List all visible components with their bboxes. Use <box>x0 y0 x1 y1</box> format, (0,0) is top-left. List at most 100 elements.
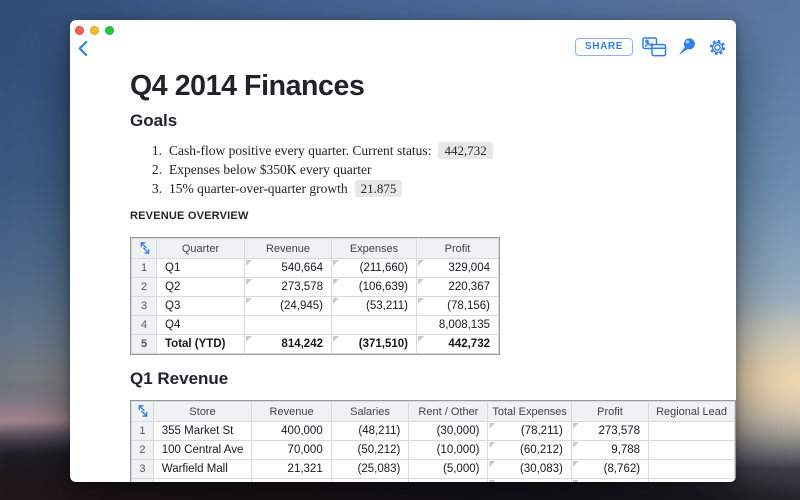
table-cell[interactable] <box>648 440 735 460</box>
table-cell[interactable]: 9,788 <box>570 440 650 460</box>
table-cell[interactable]: (30,000) <box>408 421 489 441</box>
document-title[interactable]: Q4 2014 Finances <box>130 70 365 102</box>
table-cell[interactable]: 355 Market St <box>152 421 253 441</box>
back-button[interactable] <box>73 38 91 58</box>
table-row: 1 Q1 540,664 (211,660) 329,004 <box>131 258 499 278</box>
table-cell[interactable]: (10,000) <box>408 440 489 460</box>
column-header[interactable]: Total Expenses <box>487 401 572 422</box>
table-row: 4 <box>131 478 735 482</box>
table-cell[interactable] <box>331 315 417 335</box>
table-cell[interactable] <box>251 478 332 482</box>
table-cell[interactable]: 70,000 <box>251 440 332 460</box>
table-cell[interactable] <box>570 478 650 482</box>
table-cell[interactable]: Warfield Mall <box>152 459 253 479</box>
table-cell[interactable]: Q3 <box>156 296 245 316</box>
goal-item[interactable]: 3. 15% quarter-over-quarter growth 21.87… <box>145 179 493 198</box>
settings-gear-icon[interactable] <box>707 37 728 58</box>
table-cell[interactable]: 540,664 <box>244 258 332 278</box>
value-badge[interactable]: 442,732 <box>438 142 493 159</box>
table-cell[interactable]: (78,211) <box>487 421 572 441</box>
table-cell[interactable]: (211,660) <box>331 258 417 278</box>
value-badge[interactable]: 21.875 <box>354 180 403 197</box>
table-cell[interactable]: 21,321 <box>251 459 332 479</box>
table-cell[interactable]: (371,510) <box>331 334 417 354</box>
table-cell[interactable]: 100 Central Ave <box>152 440 253 460</box>
row-number[interactable]: 4 <box>131 315 157 335</box>
header-row: Quarter Revenue Expenses Profit <box>131 238 499 259</box>
column-header[interactable]: Salaries <box>330 401 410 422</box>
table-row: 4 Q4 8,008,135 <box>131 315 499 335</box>
column-header[interactable]: Expenses <box>331 238 417 259</box>
table-row: 3 Warfield Mall 21,321 (25,083) (5,000) (30,0… <box>131 459 735 479</box>
table-cell[interactable] <box>244 315 332 335</box>
table-cell[interactable] <box>408 478 489 482</box>
documents-icon[interactable] <box>642 37 667 57</box>
table-cell[interactable]: (106,639) <box>331 277 417 297</box>
table-cell[interactable]: Q2 <box>156 277 245 297</box>
header-row: Store Revenue Salaries Rent / Other Total Ex… <box>131 401 735 422</box>
row-number[interactable]: 3 <box>131 459 154 479</box>
row-number[interactable]: 4 <box>131 478 154 482</box>
table-cell[interactable]: 220,367 <box>416 277 499 297</box>
share-button[interactable]: SHARE <box>574 38 633 56</box>
table-cell[interactable]: (60,212) <box>487 440 572 460</box>
goal-text[interactable]: Cash-flow positive every quarter. Curren… <box>169 143 431 159</box>
table-cell[interactable] <box>648 459 735 479</box>
table-cell[interactable]: (30,083) <box>487 459 572 479</box>
table-row: 5 Total (YTD) 814,242 (371,510) 442,732 <box>131 334 499 354</box>
table-cell[interactable] <box>648 421 735 441</box>
row-number[interactable]: 1 <box>131 421 154 441</box>
row-number[interactable]: 2 <box>131 277 157 297</box>
table-cell[interactable]: 8,008,135 <box>416 315 499 335</box>
table-corner-cell[interactable] <box>131 401 154 422</box>
table-cell[interactable]: (48,211) <box>330 421 410 441</box>
column-header[interactable]: Profit <box>570 401 650 422</box>
pin-icon[interactable] <box>676 36 698 58</box>
table-cell[interactable]: 442,732 <box>416 334 499 354</box>
goal-text[interactable]: Expenses below $350K every quarter <box>169 162 371 178</box>
column-header[interactable]: Quarter <box>156 238 245 259</box>
table-cell[interactable]: 329,004 <box>416 258 499 278</box>
table-cell[interactable]: (78,156) <box>416 296 499 316</box>
close-button[interactable] <box>75 26 84 35</box>
table-cell[interactable] <box>152 478 253 482</box>
table-cell[interactable]: 400,000 <box>251 421 332 441</box>
zoom-button[interactable] <box>105 26 114 35</box>
desktop-background: SHARE Q4 2014 Finances Goals 1. Cash-flo… <box>0 0 800 500</box>
minimize-button[interactable] <box>90 26 99 35</box>
row-number[interactable]: 1 <box>131 258 157 278</box>
table-cell[interactable]: (5,000) <box>408 459 489 479</box>
table-cell[interactable]: Total (YTD) <box>156 334 245 354</box>
list-number: 3. <box>151 180 162 196</box>
goals-list: 1. Cash-flow positive every quarter. Cur… <box>145 141 493 198</box>
column-header[interactable]: Regional Lead <box>648 401 735 422</box>
table-cell[interactable] <box>648 478 735 482</box>
table-cell[interactable]: Q1 <box>156 258 245 278</box>
column-header[interactable]: Rent / Other <box>408 401 489 422</box>
table-cell[interactable]: 273,578 <box>244 277 332 297</box>
table-cell[interactable]: (25,083) <box>330 459 410 479</box>
row-number[interactable]: 5 <box>131 334 157 354</box>
table-cell[interactable]: (8,762) <box>570 459 650 479</box>
column-header[interactable]: Revenue <box>244 238 332 259</box>
table-cell[interactable]: 273,578 <box>570 421 650 441</box>
goals-heading[interactable]: Goals <box>130 110 177 132</box>
goal-item[interactable]: 2. Expenses below $350K every quarter <box>145 160 493 179</box>
table-cell[interactable]: (50,212) <box>330 440 410 460</box>
table-corner-cell[interactable] <box>131 238 157 259</box>
goal-text[interactable]: 15% quarter-over-quarter growth <box>169 181 348 197</box>
row-number[interactable]: 2 <box>131 440 154 460</box>
goal-item[interactable]: 1. Cash-flow positive every quarter. Cur… <box>145 141 493 160</box>
column-header[interactable]: Revenue <box>251 401 332 422</box>
spreadsheet-table: Quarter Revenue Expenses Profit 1 Q1 540,664 (2… <box>131 238 499 354</box>
table-cell[interactable]: (53,211) <box>331 296 417 316</box>
column-header[interactable]: Store <box>152 401 253 422</box>
table-cell[interactable] <box>487 478 572 482</box>
table-cell[interactable]: 814,242 <box>244 334 332 354</box>
q1-revenue-heading[interactable]: Q1 Revenue <box>130 368 228 390</box>
column-header[interactable]: Profit <box>416 238 499 259</box>
row-number[interactable]: 3 <box>131 296 157 316</box>
table-cell[interactable] <box>330 478 410 482</box>
table-cell[interactable]: Q4 <box>156 315 245 335</box>
table-cell[interactable]: (24,945) <box>244 296 332 316</box>
